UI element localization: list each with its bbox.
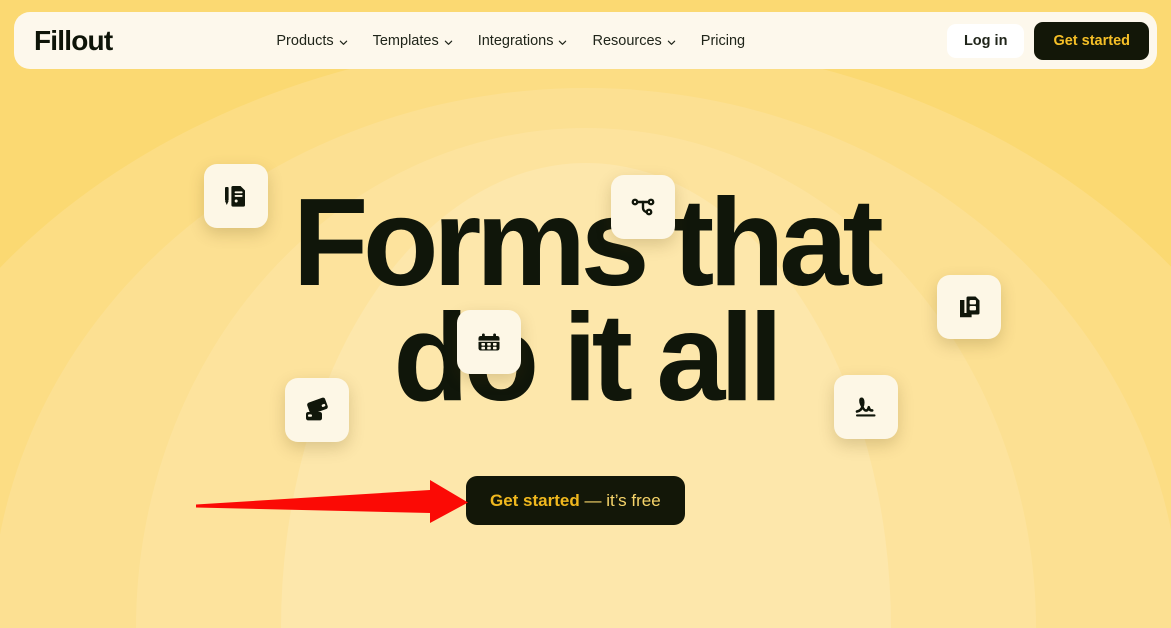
chevron-down-icon	[667, 38, 676, 46]
hero-get-started-button[interactable]: Get started — it’s free	[466, 476, 685, 525]
nav-item-pricing[interactable]: Pricing	[701, 33, 745, 49]
hero-section: Forms that do it all	[0, 0, 1171, 628]
nav-item-templates-label: Templates	[372, 32, 439, 49]
form-builder-icon	[204, 164, 268, 228]
nav-item-products[interactable]: Products	[276, 32, 347, 49]
main-navbar: Fillout Products Templates Integrations …	[14, 12, 1157, 69]
login-button[interactable]: Log in	[946, 23, 1025, 58]
hero-cta-rest-label: — it’s free	[579, 490, 661, 510]
chevron-down-icon	[444, 38, 452, 46]
navbar-get-started-button[interactable]: Get started	[1034, 21, 1149, 60]
chevron-down-icon	[558, 38, 567, 46]
nav-item-resources[interactable]: Resources	[592, 32, 676, 49]
payment-cards-icon	[285, 378, 349, 442]
signature-icon	[834, 375, 898, 439]
nav-item-resources-label: Resources	[592, 32, 662, 49]
nav-links: Products Templates Integrations Resource…	[276, 33, 745, 49]
workflow-branch-icon	[611, 175, 675, 239]
nav-actions: Log in Get started	[946, 21, 1149, 60]
chevron-down-icon	[339, 38, 347, 46]
page-layout-icon	[937, 275, 1001, 339]
nav-item-pricing-label: Pricing	[700, 32, 746, 49]
nav-item-integrations-label: Integrations	[477, 32, 554, 49]
calendar-icon	[457, 310, 521, 374]
annotation-arrow	[196, 480, 468, 523]
nav-item-integrations[interactable]: Integrations	[478, 33, 567, 49]
brand-logo[interactable]: Fillout	[34, 25, 113, 57]
hero-cta-strong-label: Get started	[490, 490, 580, 510]
nav-item-templates[interactable]: Templates	[373, 33, 452, 49]
nav-item-products-label: Products	[276, 32, 334, 49]
